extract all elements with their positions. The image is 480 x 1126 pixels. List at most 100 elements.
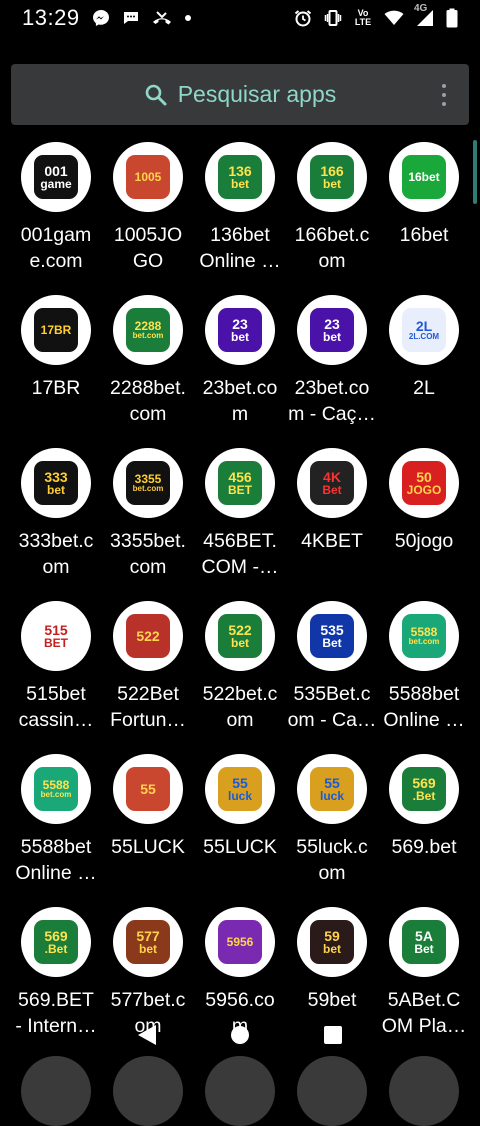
search-input[interactable]: Pesquisar apps	[178, 81, 337, 108]
app-label: 55LUCK	[111, 836, 185, 858]
app-item[interactable]: 5588 bet.com 5588bet Online …	[378, 601, 470, 754]
app-item[interactable]: 23 bet 23bet.co m	[194, 295, 286, 448]
app-icon-partial[interactable]	[113, 1056, 183, 1126]
next-row-peek	[10, 1056, 470, 1126]
app-logo: 17BR	[34, 308, 78, 352]
app-item[interactable]: 001 game 001gam e.com	[10, 142, 102, 295]
app-logo-subtext: game	[40, 177, 72, 191]
app-item[interactable]: 522 522Bet Fortun…	[102, 601, 194, 754]
recents-icon[interactable]	[324, 1026, 343, 1044]
456bet-icon[interactable]: 456 BET	[205, 448, 275, 518]
569bet-icon[interactable]: 569 .Bet	[389, 754, 459, 824]
app-item[interactable]: 50 JOGO 50jogo	[378, 448, 470, 601]
app-item[interactable]: 5588 bet.com 5588bet Online …	[10, 754, 102, 907]
app-item[interactable]: 535 Bet 535Bet.c om - Ca…	[286, 601, 378, 754]
535bet-icon[interactable]: 535 Bet	[297, 601, 367, 671]
app-item[interactable]: 2288 bet.com 2288bet. com	[102, 295, 194, 448]
back-icon[interactable]	[137, 1025, 156, 1045]
569bet-international-icon[interactable]: 569 .Bet	[21, 907, 91, 977]
55luck-com-icon[interactable]: 55 luck	[297, 754, 367, 824]
home-icon[interactable]	[230, 1026, 249, 1044]
app-logo-subtext: bet.com	[40, 790, 72, 799]
app-logo-subtext: .Bet	[44, 942, 68, 956]
app-item[interactable]: 1005 1005JO GO	[102, 142, 194, 295]
16bet-icon[interactable]: 16bet	[389, 142, 459, 212]
50jogo-icon[interactable]: 50 JOGO	[389, 448, 459, 518]
5abet-icon[interactable]: 5A Bet	[389, 907, 459, 977]
2l-icon[interactable]: 2L 2L.COM	[389, 295, 459, 365]
5588bet-online-icon[interactable]: 5588 bet.com	[21, 754, 91, 824]
app-item[interactable]: 17BR 17BR	[10, 295, 102, 448]
app-item[interactable]: 4K Bet 4KBET	[286, 448, 378, 601]
app-item[interactable]: 23 bet 23bet.co m - Caç…	[286, 295, 378, 448]
search-bar[interactable]: Pesquisar apps	[11, 64, 469, 125]
app-label: 23bet.co m	[202, 377, 278, 425]
app-logo: 136 bet	[218, 155, 262, 199]
23bet-icon[interactable]: 23 bet	[205, 295, 275, 365]
55luck-icon[interactable]: 55	[113, 754, 183, 824]
app-logo: 50 JOGO	[402, 461, 446, 505]
app-label: 2288bet. com	[110, 377, 186, 425]
volte-icon: Vo LTE	[354, 8, 372, 27]
app-logo: 456 BET	[218, 461, 262, 505]
app-logo-subtext: 2L.COM	[408, 332, 440, 341]
app-logo-subtext: bet	[139, 942, 157, 956]
55luck-dragon-icon[interactable]: 55 luck	[205, 754, 275, 824]
app-item[interactable]: 55 luck 55luck.c om	[286, 754, 378, 907]
app-icon-partial[interactable]	[21, 1056, 91, 1126]
2288bet-icon[interactable]: 2288 bet.com	[113, 295, 183, 365]
59bet-icon[interactable]: 59 bet	[297, 907, 367, 977]
577bet-icon[interactable]: 577 bet	[113, 907, 183, 977]
app-item[interactable]: 333 bet 333bet.c om	[10, 448, 102, 601]
app-logo-text: 569	[44, 928, 68, 944]
522bet-fortune-icon[interactable]: 522	[113, 601, 183, 671]
app-item[interactable]: 515 BET 515bet cassin…	[10, 601, 102, 754]
app-logo-text: 136	[228, 163, 252, 179]
more-options-icon[interactable]	[441, 84, 447, 106]
333bet-icon[interactable]: 333 bet	[21, 448, 91, 518]
app-label: 136bet Online …	[199, 224, 281, 272]
app-logo: 522 bet	[218, 614, 262, 658]
app-label: 456BET. COM -…	[201, 530, 279, 578]
23bet-cacaniquel-icon[interactable]: 23 bet	[297, 295, 367, 365]
app-item[interactable]: 569 .Bet 569.bet	[378, 754, 470, 907]
app-item[interactable]: 2L 2L.COM 2L	[378, 295, 470, 448]
166bet-icon[interactable]: 166 bet	[297, 142, 367, 212]
app-logo-text: 5956	[226, 935, 254, 949]
app-item[interactable]: 136 bet 136bet Online …	[194, 142, 286, 295]
17br-icon[interactable]: 17BR	[21, 295, 91, 365]
app-item[interactable]: 55 luck 55LUCK	[194, 754, 286, 907]
5956-icon[interactable]: 5956	[205, 907, 275, 977]
app-label: 5588bet Online …	[15, 836, 97, 884]
app-logo: 4K Bet	[310, 461, 354, 505]
app-item[interactable]: 3355 bet.com 3355bet. com	[102, 448, 194, 601]
app-icon-partial[interactable]	[389, 1056, 459, 1126]
522bet-icon[interactable]: 522 bet	[205, 601, 275, 671]
app-label: 522Bet Fortun…	[110, 683, 186, 731]
515bet-icon[interactable]: 515 BET	[21, 601, 91, 671]
app-item[interactable]: 16bet 16bet	[378, 142, 470, 295]
136bet-icon[interactable]: 136 bet	[205, 142, 275, 212]
app-logo-text: 16bet	[408, 170, 440, 184]
status-right: Vo LTE 4G	[294, 3, 458, 28]
app-icon-partial[interactable]	[205, 1056, 275, 1126]
3355bet-icon[interactable]: 3355 bet.com	[113, 448, 183, 518]
app-icon-partial[interactable]	[297, 1056, 367, 1126]
4kbet-icon[interactable]: 4K Bet	[297, 448, 367, 518]
app-logo-text: 59	[324, 928, 340, 944]
001game-icon[interactable]: 001 game	[21, 142, 91, 212]
app-item[interactable]: 55 55LUCK	[102, 754, 194, 907]
app-logo-subtext: Bet	[322, 636, 342, 650]
scrollbar[interactable]	[473, 140, 477, 204]
app-label: 535Bet.c om - Ca…	[287, 683, 377, 731]
app-logo-subtext: Bet	[414, 942, 434, 956]
app-logo: 5588 bet.com	[34, 767, 78, 811]
app-item[interactable]: 522 bet 522bet.c om	[194, 601, 286, 754]
5588bet-icon[interactable]: 5588 bet.com	[389, 601, 459, 671]
app-logo-subtext: Bet	[322, 483, 342, 497]
app-item[interactable]: 456 BET 456BET. COM -…	[194, 448, 286, 601]
status-time: 13:29	[22, 5, 80, 30]
app-logo-subtext: BET	[44, 636, 68, 650]
app-item[interactable]: 166 bet 166bet.c om	[286, 142, 378, 295]
1005jogo-icon[interactable]: 1005	[113, 142, 183, 212]
